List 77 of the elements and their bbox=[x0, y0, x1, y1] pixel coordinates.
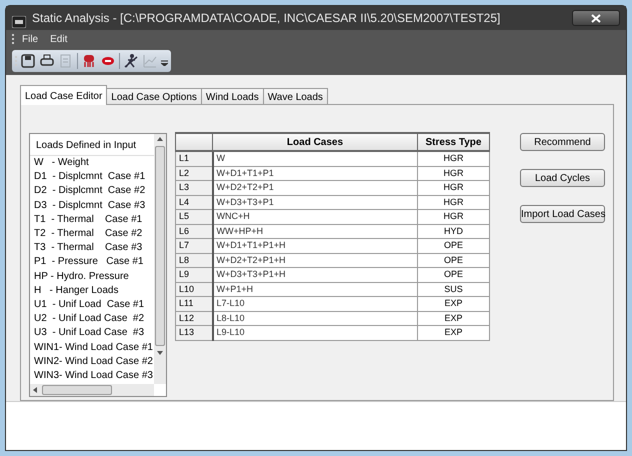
robot-icon[interactable] bbox=[81, 53, 97, 69]
scroll-thumb[interactable] bbox=[42, 385, 112, 395]
tab[interactable]: Load Case Options bbox=[106, 88, 202, 105]
row-header[interactable]: L3 bbox=[176, 180, 212, 195]
list-item[interactable]: P1 - Pressure Case #1 bbox=[30, 255, 154, 270]
table-cell[interactable]: OPE bbox=[418, 253, 490, 268]
list-item[interactable]: U2 - Unif Load Case #2 bbox=[30, 312, 154, 326]
table-cell[interactable]: W+D1+T1+P1 bbox=[212, 166, 418, 180]
action-button[interactable]: Recommend bbox=[520, 133, 605, 151]
row-header[interactable]: L13 bbox=[176, 326, 212, 340]
table-cell[interactable]: HGR bbox=[418, 166, 490, 180]
row-header[interactable]: L7 bbox=[176, 238, 212, 253]
list-item[interactable]: WIN1- Wind Load Case #1 bbox=[30, 340, 154, 355]
list-item[interactable]: D3 - Displcmnt Case #3 bbox=[30, 198, 154, 213]
table-cell[interactable]: L8-L10 bbox=[212, 311, 418, 326]
table-cell[interactable]: SUS bbox=[418, 282, 490, 296]
list-item[interactable]: U3 - Unif Load Case #3 bbox=[30, 326, 154, 341]
table-cell[interactable]: W+D1+T1+P1+H bbox=[212, 238, 418, 253]
table-cell[interactable]: L7-L10 bbox=[212, 296, 418, 311]
table-cell[interactable]: WNC+H bbox=[212, 210, 418, 224]
figure-icon[interactable] bbox=[123, 53, 139, 69]
table-cell[interactable]: EXP bbox=[418, 296, 490, 311]
action-button[interactable]: Import Load Cases bbox=[520, 205, 605, 223]
table-cell[interactable]: OPE bbox=[418, 268, 490, 282]
row-header[interactable]: L11 bbox=[176, 296, 212, 311]
column-header[interactable]: Stress Type bbox=[418, 133, 490, 151]
row-header[interactable]: L8 bbox=[176, 253, 212, 268]
table-cell[interactable]: W+P1+H bbox=[212, 282, 418, 296]
row-header[interactable]: L5 bbox=[176, 210, 212, 224]
table-cell[interactable]: W+D2+T2+P1 bbox=[212, 180, 418, 195]
close-icon bbox=[591, 14, 601, 22]
list-item[interactable]: H - Hanger Loads bbox=[30, 284, 154, 298]
scroll-thumb[interactable] bbox=[155, 146, 165, 346]
horizontal-scrollbar[interactable] bbox=[30, 384, 154, 396]
menu-item[interactable]: File bbox=[18, 32, 42, 46]
list-item[interactable]: T3 - Thermal Case #3 bbox=[30, 241, 154, 256]
table-cell[interactable]: EXP bbox=[418, 326, 490, 340]
tab[interactable]: Wave Loads bbox=[262, 88, 328, 105]
table-cell[interactable]: EXP bbox=[418, 311, 490, 326]
list-item[interactable]: D1 - Displcmnt Case #1 bbox=[30, 170, 154, 184]
list-item[interactable]: T1 - Thermal Case #1 bbox=[30, 212, 154, 228]
list-item[interactable]: WIN2- Wind Load Case #2 bbox=[30, 354, 154, 370]
table-cell[interactable]: WW+HP+H bbox=[212, 224, 418, 238]
row-header[interactable]: L2 bbox=[176, 166, 212, 180]
window-title: Static Analysis - [C:\PROGRAMDATA\COADE, INC\CAESAR II\5.20\SEM2007\TEST25] bbox=[32, 10, 500, 27]
table-cell[interactable]: HGR bbox=[418, 210, 490, 224]
tab[interactable]: Load Case Editor bbox=[20, 85, 108, 105]
row-header[interactable]: L1 bbox=[176, 151, 212, 166]
list-item[interactable]: T2 - Thermal Case #2 bbox=[30, 227, 154, 242]
vertical-scrollbar[interactable] bbox=[154, 134, 166, 384]
row-header[interactable]: L12 bbox=[176, 311, 212, 326]
action-button[interactable]: Load Cycles bbox=[520, 169, 605, 187]
table-cell[interactable]: L9-L10 bbox=[212, 326, 418, 340]
table-cell[interactable]: HGR bbox=[418, 195, 490, 210]
list-item[interactable]: HP - Hydro. Pressure bbox=[30, 270, 154, 284]
close-button[interactable] bbox=[572, 10, 620, 26]
table-cell[interactable]: OPE bbox=[418, 238, 490, 253]
table-cell[interactable]: HGR bbox=[418, 151, 490, 166]
table-cell[interactable]: HYD bbox=[418, 224, 490, 238]
print-icon[interactable] bbox=[39, 53, 55, 69]
column-header[interactable]: Load Cases bbox=[212, 133, 418, 151]
tab[interactable]: Wind Loads bbox=[200, 88, 264, 105]
table-cell[interactable]: W+D3+T3+P1 bbox=[212, 195, 418, 210]
list-item[interactable]: WIN3- Wind Load Case #3 bbox=[30, 369, 154, 384]
list-item[interactable]: D2 - Displcmnt Case #2 bbox=[30, 184, 154, 199]
row-header[interactable]: L10 bbox=[176, 282, 212, 296]
table-cell[interactable]: W+D2+T2+P1+H bbox=[212, 253, 418, 268]
list-item[interactable]: W - Weight bbox=[30, 156, 154, 170]
table-cell[interactable]: HGR bbox=[418, 180, 490, 195]
menu-item[interactable]: Edit bbox=[46, 32, 72, 46]
save-icon[interactable] bbox=[20, 53, 36, 69]
table-cell[interactable]: W+D3+T3+P1+H bbox=[212, 268, 418, 282]
row-header[interactable]: L6 bbox=[176, 224, 212, 238]
row-header[interactable]: L9 bbox=[176, 268, 212, 282]
row-header[interactable]: L4 bbox=[176, 195, 212, 210]
table-cell[interactable]: W bbox=[212, 151, 418, 166]
list-item[interactable]: U1 - Unif Load Case #1 bbox=[30, 298, 154, 312]
